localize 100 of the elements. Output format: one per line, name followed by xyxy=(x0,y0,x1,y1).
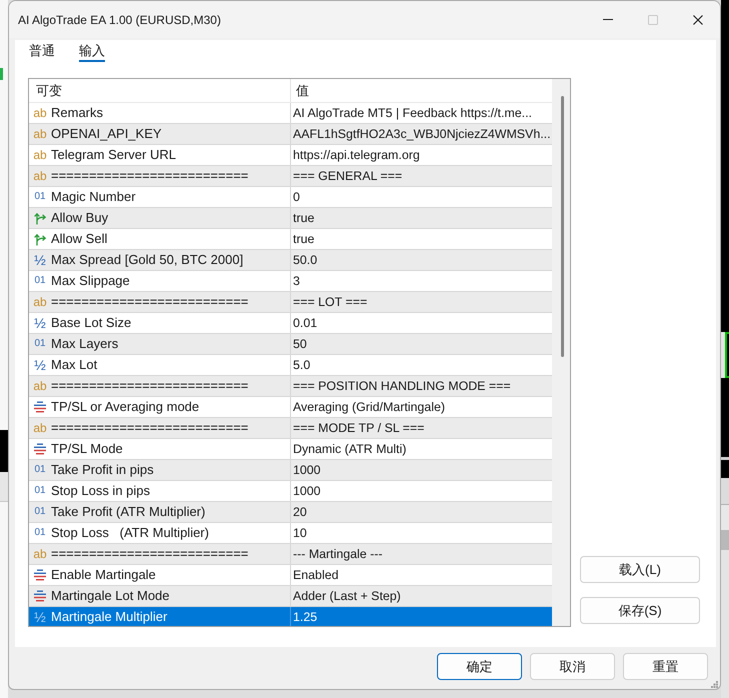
ok-button[interactable]: 确定 xyxy=(437,653,522,680)
ab-icon: ab xyxy=(33,170,47,182)
param-name: Stop Loss (ATR Multiplier) xyxy=(51,524,209,542)
zero-one-icon: 01 xyxy=(33,276,47,286)
table-row[interactable]: ab ========================== === GENERAL === xyxy=(29,166,552,187)
tab[interactable]: 输入 xyxy=(79,42,105,62)
param-value: AAFL1hSgtfHO2A3c_WBJ0NjciezZ4WMSVh... xyxy=(293,126,551,143)
table-row[interactable]: 01 Stop Loss in pips 1000 xyxy=(29,481,552,502)
table-row[interactable]: 01 Magic Number 0 xyxy=(29,187,552,208)
table-row[interactable]: Allow Buy true xyxy=(29,208,552,229)
minimize-icon xyxy=(602,19,612,20)
param-value: true xyxy=(293,231,314,248)
one-half-icon: ½ xyxy=(33,358,47,372)
column-header[interactable]: 值 xyxy=(296,80,309,100)
split-arrow-icon xyxy=(33,211,47,225)
param-name: Magic Number xyxy=(51,188,136,206)
param-name: TP/SL Mode xyxy=(51,440,123,458)
param-name: Take Profit in pips xyxy=(51,461,154,479)
table-row[interactable]: Enable Martingale Enabled xyxy=(29,565,552,586)
param-value: === MODE TP / SL === xyxy=(293,420,424,437)
param-name: Base Lot Size xyxy=(51,314,132,332)
param-value: 10 xyxy=(293,525,307,542)
ab-icon: ab xyxy=(33,128,47,140)
table-row[interactable]: 01 Take Profit in pips 1000 xyxy=(29,460,552,481)
cancel-button[interactable]: 取消 xyxy=(530,653,615,680)
param-value: === LOT === xyxy=(293,294,368,311)
param-value: Adder (Last + Step) xyxy=(293,588,401,605)
table-row[interactable]: Martingale Lot Mode Adder (Last + Step) xyxy=(29,586,552,607)
list-lines-icon xyxy=(34,590,46,602)
tab[interactable]: 普通 xyxy=(29,42,55,62)
one-half-icon: ½ xyxy=(33,610,47,624)
table-row[interactable]: ab ========================== === LOT === xyxy=(29,292,552,313)
list-lines-icon xyxy=(34,401,46,413)
param-name: Max Spread [Gold 50, BTC 2000] xyxy=(51,251,244,269)
param-value: 5.0 xyxy=(293,357,310,374)
scrollbar-track[interactable] xyxy=(552,79,570,626)
param-value: 0 xyxy=(293,189,300,206)
ab-icon: ab xyxy=(33,380,47,392)
param-value: --- Martingale --- xyxy=(293,546,382,563)
param-value: true xyxy=(293,210,314,227)
param-name: ========================== xyxy=(51,167,248,185)
param-value: 20 xyxy=(293,504,307,521)
ab-icon: ab xyxy=(33,149,47,161)
zero-one-icon: 01 xyxy=(33,507,47,517)
param-value: 1.25 xyxy=(293,609,318,626)
param-value: 0.01 xyxy=(293,315,318,332)
param-name: Max Layers xyxy=(51,335,118,353)
param-value: 50.0 xyxy=(293,252,318,269)
param-name: ========================== xyxy=(51,293,248,311)
table-row[interactable]: ab ========================== --- Martingale --- xyxy=(29,544,552,565)
split-arrow-icon xyxy=(33,232,47,246)
table-row[interactable]: ab OPENAI_API_KEY AAFL1hSgtfHO2A3c_WBJ0NjciezZ4WMSVh... xyxy=(29,124,552,145)
param-value: 50 xyxy=(293,336,307,353)
zero-one-icon: 01 xyxy=(33,192,47,202)
table-row[interactable]: ½ Max Spread [Gold 50, BTC 2000] 50.0 xyxy=(29,250,552,271)
table-row[interactable]: 01 Max Layers 50 xyxy=(29,334,552,355)
close-icon xyxy=(692,14,702,24)
param-name: Take Profit (ATR Multiplier) xyxy=(51,503,206,521)
table-row[interactable]: ab ========================== === POSITION HANDLING MODE === xyxy=(29,376,552,397)
table-row[interactable]: ab ========================== === MODE TP / SL === xyxy=(29,418,552,439)
one-half-icon: ½ xyxy=(33,253,47,267)
param-name: ========================== xyxy=(51,377,248,395)
param-value: https://api.telegram.org xyxy=(293,147,420,164)
table-row[interactable]: ½ Max Lot 5.0 xyxy=(29,355,552,376)
column-header[interactable]: 可变 xyxy=(36,80,62,100)
table-row[interactable]: ½ Base Lot Size 0.01 xyxy=(29,313,552,334)
table-row[interactable]: ab Telegram Server URL https://api.telegram.org xyxy=(29,145,552,166)
param-name: Telegram Server URL xyxy=(51,146,176,164)
ab-icon: ab xyxy=(33,296,47,308)
list-lines-icon xyxy=(34,569,46,581)
param-name: Allow Buy xyxy=(51,209,108,227)
table-row[interactable]: ab Remarks AI AlgoTrade MT5 | Feedback https://t.me... xyxy=(29,103,552,124)
table-row[interactable]: 01 Max Slippage 3 xyxy=(29,271,552,292)
save-button[interactable]: 保存(S) xyxy=(580,597,700,624)
one-half-icon: ½ xyxy=(33,316,47,330)
param-value: 1000 xyxy=(293,483,321,500)
scrollbar-thumb[interactable] xyxy=(560,96,564,357)
param-value: Enabled xyxy=(293,567,338,584)
zero-one-icon: 01 xyxy=(33,528,47,538)
param-name: Allow Sell xyxy=(51,230,108,248)
param-name: OPENAI_API_KEY xyxy=(51,125,162,143)
reset-button[interactable]: 重置 xyxy=(623,653,708,680)
param-name: Max Slippage xyxy=(51,272,130,290)
param-name: ========================== xyxy=(51,419,248,437)
param-value: AI AlgoTrade MT5 | Feedback https://t.me... xyxy=(293,105,532,122)
param-name: Martingale Lot Mode xyxy=(51,587,170,605)
load-button[interactable]: 载入(L) xyxy=(580,556,700,583)
param-value: === POSITION HANDLING MODE === xyxy=(293,378,511,395)
maximize-icon xyxy=(648,14,658,24)
ab-icon: ab xyxy=(33,548,47,560)
param-name: TP/SL or Averaging mode xyxy=(51,398,200,416)
table-row[interactable]: Allow Sell true xyxy=(29,229,552,250)
param-value: === GENERAL === xyxy=(293,168,402,185)
param-name: Martingale Multiplier xyxy=(51,608,168,626)
table-row[interactable]: 01 Stop Loss (ATR Multiplier) 10 xyxy=(29,523,552,544)
table-row[interactable]: TP/SL Mode Dynamic (ATR Multi) xyxy=(29,439,552,460)
table-row[interactable]: 01 Take Profit (ATR Multiplier) 20 xyxy=(29,502,552,523)
table-row[interactable]: ½ Martingale Multiplier 1.25 xyxy=(29,607,552,626)
zero-one-icon: 01 xyxy=(33,339,47,349)
table-row[interactable]: TP/SL or Averaging mode Averaging (Grid/Martingale) xyxy=(29,397,552,418)
